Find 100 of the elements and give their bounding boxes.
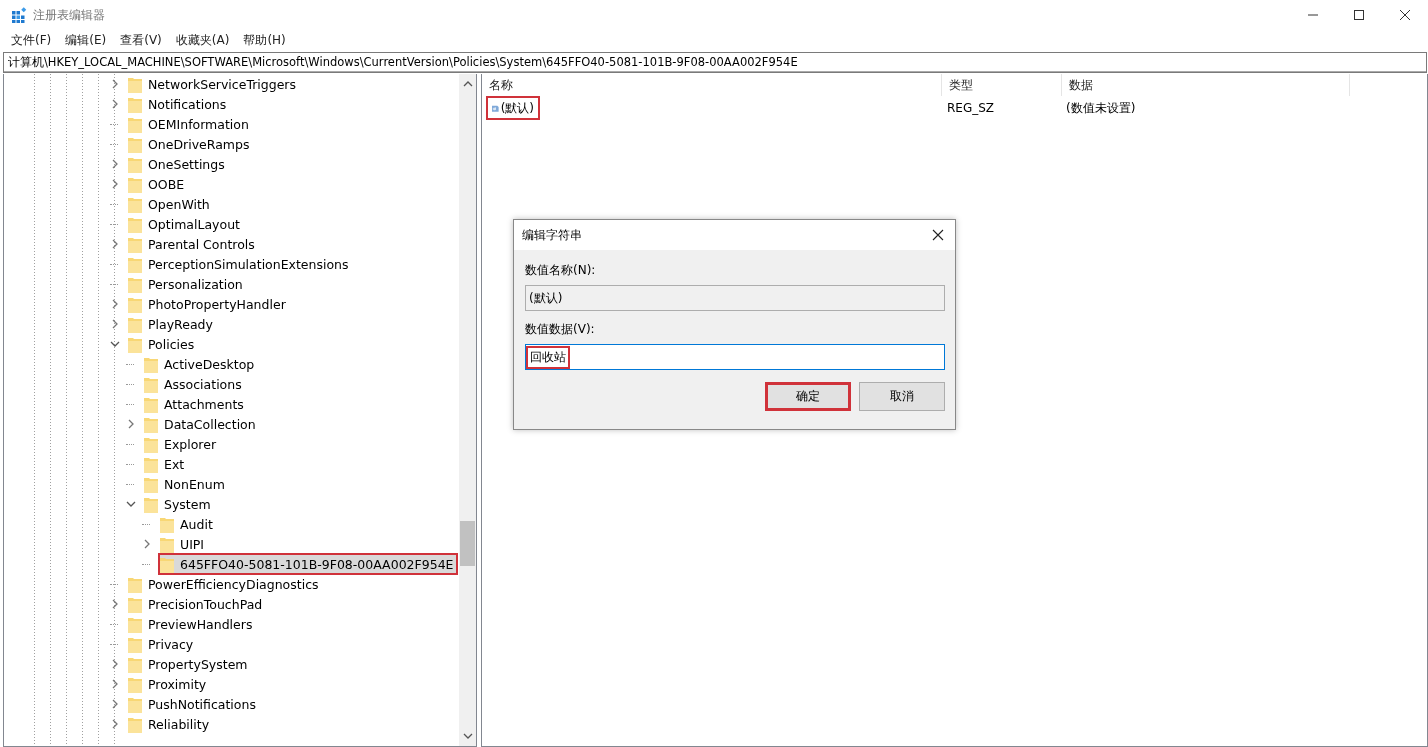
tree-item[interactable]: Explorer — [142, 433, 222, 455]
dialog-title: 编辑字符串 — [522, 226, 582, 244]
chevron-right-icon[interactable] — [110, 239, 120, 249]
chevron-down-icon[interactable] — [126, 500, 136, 508]
tree-item[interactable]: NetworkServiceTriggers — [126, 73, 301, 95]
folder-icon — [128, 275, 142, 293]
tree-item[interactable]: Attachments — [142, 393, 249, 415]
folder-icon — [128, 715, 142, 733]
menu-item[interactable]: 帮助(H) — [236, 31, 293, 49]
tree-item[interactable]: PushNotifications — [126, 693, 261, 715]
tree-item[interactable]: OpenWith — [126, 193, 215, 215]
folder-icon — [128, 315, 142, 333]
folder-icon — [144, 355, 158, 373]
tree-item[interactable]: PreviewHandlers — [126, 613, 258, 635]
menu-item[interactable]: 文件(F) — [4, 31, 59, 49]
folder-icon — [128, 195, 142, 213]
tree-item[interactable]: OptimalLayout — [126, 213, 245, 235]
folder-icon — [128, 235, 142, 253]
menu-item[interactable]: 编辑(E) — [58, 31, 114, 49]
ok-button[interactable]: 确定 — [765, 382, 851, 411]
folder-icon — [128, 155, 142, 173]
folder-icon — [128, 295, 142, 313]
column-header[interactable]: 类型 — [942, 74, 1062, 96]
tree-item[interactable]: OOBE — [126, 173, 190, 195]
tree-item[interactable]: NonEnum — [142, 473, 230, 495]
value-data-cell-text: (数值未设置) — [1065, 99, 1137, 117]
folder-icon — [144, 475, 158, 493]
value-name-field: (默认) — [525, 285, 945, 311]
chevron-right-icon[interactable] — [126, 419, 136, 429]
scroll-down-icon[interactable] — [462, 732, 473, 740]
menu-item[interactable]: 查看(V) — [113, 31, 169, 49]
folder-icon — [144, 395, 158, 413]
tree-item[interactable]: PowerEfficiencyDiagnostics — [126, 573, 324, 595]
folder-icon — [128, 635, 142, 653]
value-data-label: 数值数据(V): — [525, 321, 596, 338]
folder-icon — [128, 135, 142, 153]
tree-item[interactable]: PrecisionTouchPad — [126, 593, 268, 615]
tree-item[interactable]: PhotoPropertyHandler — [126, 293, 291, 315]
folder-icon — [144, 495, 158, 513]
folder-icon — [144, 415, 158, 433]
tree-item[interactable]: Associations — [142, 373, 247, 395]
folder-icon — [128, 575, 142, 593]
tree-item[interactable]: Reliability — [126, 713, 215, 735]
chevron-right-icon[interactable] — [110, 599, 120, 609]
folder-icon — [160, 535, 174, 553]
folder-icon — [128, 615, 142, 633]
folder-icon — [128, 695, 142, 713]
cancel-button[interactable]: 取消 — [859, 382, 945, 411]
tree-item[interactable]: PropertySystem — [126, 653, 253, 675]
tree-item[interactable]: Privacy — [126, 633, 199, 655]
window-title: 注册表编辑器 — [33, 6, 105, 24]
folder-icon — [160, 555, 174, 573]
tree-item[interactable]: Parental Controls — [126, 233, 260, 255]
tree-item[interactable]: ActiveDesktop — [142, 353, 260, 375]
scrollbar-thumb[interactable] — [460, 521, 475, 566]
tree-item[interactable]: OneDriveRamps — [126, 133, 255, 155]
folder-icon — [128, 335, 142, 353]
folder-icon — [128, 595, 142, 613]
column-header[interactable]: 名称 — [482, 74, 942, 96]
chevron-down-icon[interactable] — [110, 340, 120, 348]
value-name-cell[interactable]: (默认) — [486, 96, 540, 120]
folder-icon — [128, 655, 142, 673]
scroll-up-icon[interactable] — [462, 80, 473, 88]
tree-item[interactable]: OEMInformation — [126, 113, 254, 135]
tree-item[interactable]: OneSettings — [126, 153, 230, 175]
folder-icon — [128, 75, 142, 93]
value-type-cell-text: REG_SZ — [946, 101, 996, 115]
tree-item[interactable]: Policies — [126, 333, 200, 355]
tree-item[interactable]: Audit — [158, 513, 218, 535]
address-bar[interactable]: 计算机\HKEY_LOCAL_MACHINE\SOFTWARE\Microsoft\Windows\CurrentVersion\Policies\System\645FFO40-5081-101B-9F08-00AA002F954E — [3, 52, 1427, 73]
tree-item[interactable]: Ext — [142, 453, 190, 475]
folder-icon — [128, 215, 142, 233]
tree-item[interactable]: PerceptionSimulationExtensions — [126, 253, 354, 275]
folder-icon — [144, 375, 158, 393]
folder-icon — [128, 675, 142, 693]
tree-item[interactable]: PlayReady — [126, 313, 218, 335]
value-data-field[interactable]: 回收站 — [525, 344, 945, 370]
folder-icon — [160, 515, 174, 533]
tree-item[interactable]: DataCollection — [142, 413, 261, 435]
folder-icon — [144, 455, 158, 473]
menu-item[interactable]: 收藏夹(A) — [168, 31, 237, 49]
column-header[interactable]: 数据 — [1062, 74, 1350, 96]
maximize-icon[interactable] — [1353, 9, 1365, 21]
folder-icon — [128, 255, 142, 273]
tree-item[interactable]: System — [142, 493, 216, 515]
tree-item[interactable]: Notifications — [126, 93, 232, 115]
value-name-label: 数值名称(N): — [525, 262, 597, 279]
folder-icon — [128, 115, 142, 133]
vertical-scrollbar[interactable] — [459, 74, 476, 746]
folder-icon — [128, 95, 142, 113]
folder-icon — [144, 435, 158, 453]
tree-item[interactable]: Personalization — [126, 273, 248, 295]
minimize-icon[interactable] — [1307, 14, 1319, 16]
chevron-right-icon[interactable] — [142, 539, 152, 549]
folder-icon — [128, 175, 142, 193]
close-icon[interactable] — [932, 229, 944, 241]
tree-item[interactable]: 645FFO40-5081-101B-9F08-00AA002F954E — [158, 553, 459, 575]
tree-item[interactable]: Proximity — [126, 673, 212, 695]
close-icon[interactable] — [1399, 9, 1411, 21]
registry-editor-icon — [11, 7, 27, 23]
